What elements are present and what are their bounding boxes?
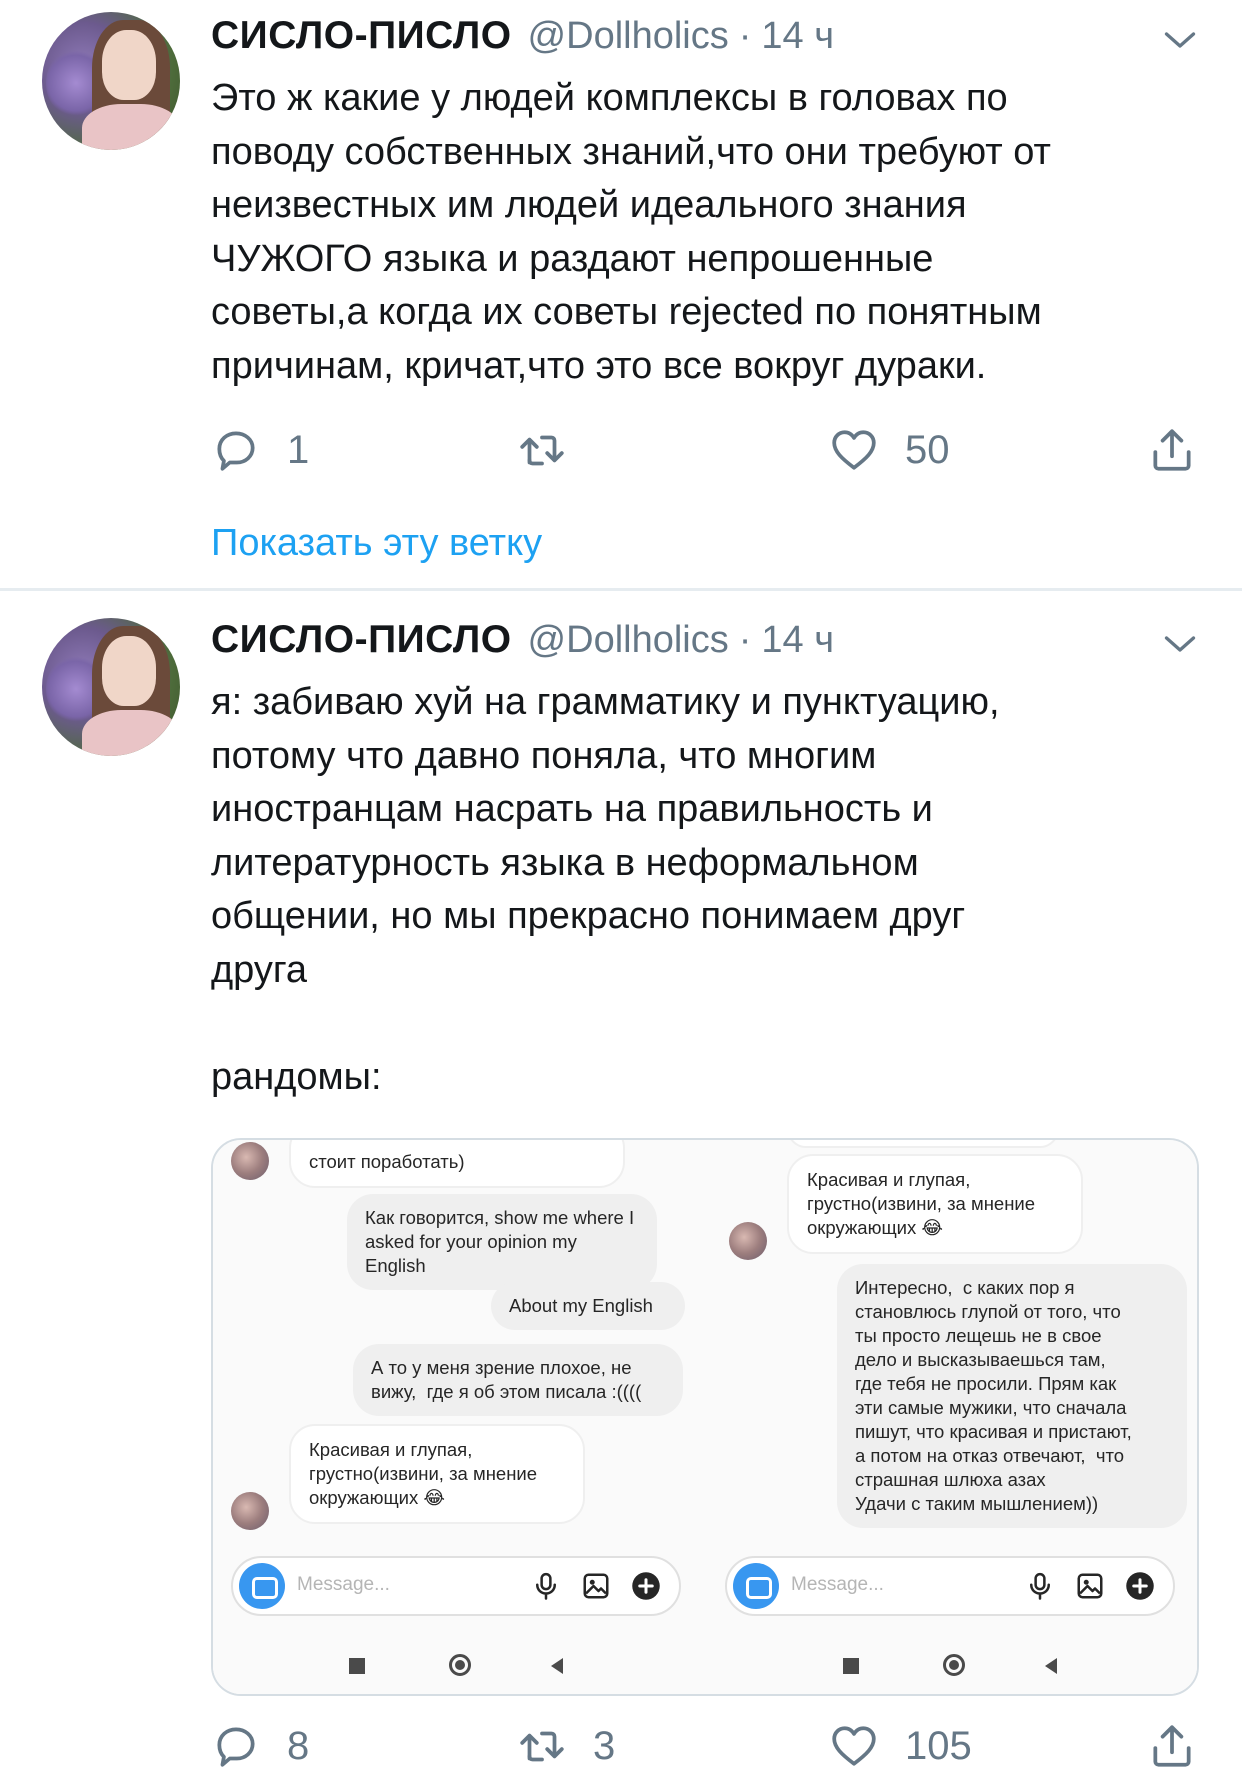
chat-avatar — [231, 1142, 269, 1180]
chat-bubble: Красивая и глупая, грустно(извини, за мн… — [787, 1154, 1083, 1254]
like-button[interactable]: 50 — [829, 420, 950, 480]
user-avatar[interactable] — [42, 618, 180, 756]
heart-icon — [832, 430, 876, 470]
message-bar[interactable]: Message... — [231, 1556, 681, 1616]
message-input[interactable]: Message... — [791, 1574, 884, 1596]
share-icon — [1153, 1725, 1191, 1767]
share-button[interactable] — [1147, 1716, 1197, 1776]
author-handle[interactable]: @Dollholics — [528, 619, 729, 662]
tweet-time[interactable]: 14 ч — [761, 15, 834, 58]
chat-avatar — [231, 1492, 269, 1530]
author-name[interactable]: СИСЛО-ПИСЛО — [211, 618, 512, 662]
heart-icon — [832, 1726, 876, 1766]
tweet-actions: 1 50 — [211, 420, 1201, 480]
tweet-divider — [0, 588, 1242, 591]
tweet-media-image[interactable]: стоит поработать) Как говорится, show me… — [211, 1138, 1199, 1696]
retweet-icon — [520, 1731, 564, 1762]
reply-button[interactable]: 8 — [211, 1716, 309, 1776]
share-button[interactable] — [1147, 420, 1197, 480]
retweet-icon — [520, 435, 564, 466]
plus-circle-icon[interactable] — [1125, 1571, 1155, 1601]
like-button[interactable]: 105 — [829, 1716, 972, 1776]
reply-count: 8 — [287, 1723, 310, 1768]
microphone-icon[interactable] — [1025, 1571, 1055, 1601]
tweet-text: Это ж какие у людей комплексы в головах … — [211, 77, 1051, 387]
chat-bubble-partial — [787, 1140, 1059, 1148]
gallery-icon[interactable] — [581, 1571, 611, 1601]
reply-button[interactable]: 1 — [211, 420, 309, 480]
show-thread-link[interactable]: Показать эту ветку — [211, 522, 542, 565]
media-chat-right: Красивая и глупая, грустно(извини, за мн… — [707, 1140, 1197, 1694]
microphone-icon[interactable] — [531, 1571, 561, 1601]
home-icon — [449, 1654, 471, 1676]
chevron-down-icon[interactable] — [1162, 626, 1198, 662]
tweet-2[interactable]: СИСЛО-ПИСЛО @Dollholics · 14 ч я: забива… — [0, 592, 1242, 1792]
back-icon — [1045, 1658, 1057, 1674]
author-name[interactable]: СИСЛО-ПИСЛО — [211, 14, 512, 58]
plus-circle-icon[interactable] — [631, 1571, 661, 1601]
camera-icon[interactable] — [239, 1563, 285, 1609]
back-icon — [551, 1658, 563, 1674]
reply-icon — [217, 431, 255, 471]
android-nav-bar — [213, 1640, 707, 1694]
header-separator: · — [738, 15, 752, 57]
user-avatar[interactable] — [42, 12, 180, 150]
chat-bubble: Интересно, с каких пор я становлюсь глуп… — [837, 1264, 1187, 1528]
recent-apps-icon — [843, 1658, 859, 1674]
chat-avatar — [729, 1222, 767, 1260]
message-bar[interactable]: Message... — [725, 1556, 1175, 1616]
reply-icon — [217, 1727, 255, 1767]
reply-count: 1 — [287, 427, 310, 472]
retweet-button[interactable]: 3 — [517, 1716, 615, 1776]
retweet-count: 3 — [593, 1723, 616, 1768]
chat-bubble: About my English — [491, 1282, 685, 1330]
tweet-actions: 8 3 105 — [211, 1716, 1201, 1776]
chevron-down-icon[interactable] — [1162, 22, 1198, 58]
chat-bubble: Красивая и глупая, грустно(извини, за мн… — [289, 1424, 585, 1524]
chat-bubble: Как говорится, show me where I asked for… — [347, 1194, 657, 1290]
chat-bubble: А то у меня зрение плохое, не вижу, где … — [353, 1344, 683, 1416]
home-icon — [943, 1654, 965, 1676]
camera-icon[interactable] — [733, 1563, 779, 1609]
message-input[interactable]: Message... — [297, 1574, 390, 1596]
android-nav-bar — [707, 1640, 1197, 1694]
recent-apps-icon — [349, 1658, 365, 1674]
chat-bubble: стоит поработать) — [289, 1140, 625, 1188]
tweet-header: СИСЛО-ПИСЛО @Dollholics · 14 ч — [211, 14, 834, 64]
gallery-icon[interactable] — [1075, 1571, 1105, 1601]
tweet-time[interactable]: 14 ч — [761, 619, 834, 662]
like-count: 105 — [905, 1723, 972, 1768]
media-chat-left: стоит поработать) Как говорится, show me… — [213, 1140, 707, 1694]
share-icon — [1153, 429, 1191, 471]
header-separator: · — [738, 619, 752, 661]
tweet-header: СИСЛО-ПИСЛО @Dollholics · 14 ч — [211, 618, 834, 668]
like-count: 50 — [905, 427, 950, 472]
retweet-button[interactable] — [517, 420, 593, 480]
tweet-1[interactable]: СИСЛО-ПИСЛО @Dollholics · 14 ч Это ж как… — [0, 0, 1242, 588]
tweet-text: я: забиваю хуй на грамматику и пунктуаци… — [211, 681, 1000, 1098]
author-handle[interactable]: @Dollholics — [528, 15, 729, 58]
